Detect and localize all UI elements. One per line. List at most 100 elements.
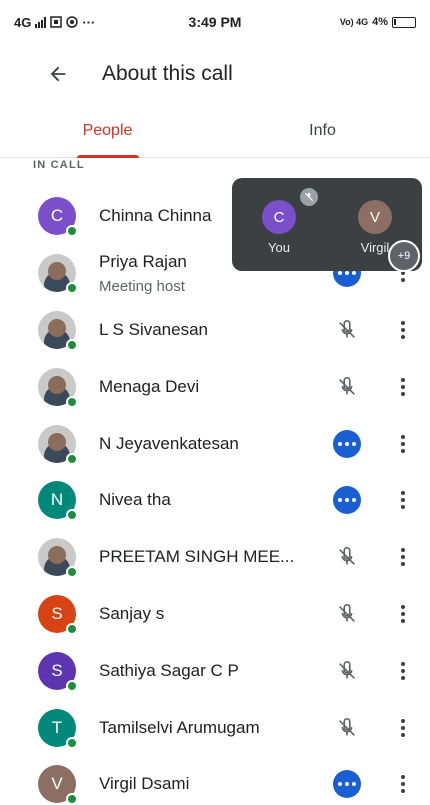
- participant-name: Virgil Dsami: [99, 774, 190, 794]
- participant-name: Nivea tha: [99, 490, 171, 510]
- avatar-wrap: [38, 424, 78, 465]
- sim-icon: [50, 16, 63, 28]
- presence-dot: [66, 395, 78, 408]
- app-bar: About this call: [0, 44, 430, 104]
- more-vert-icon[interactable]: [396, 543, 410, 571]
- name-block: Sathiya Sagar C P: [99, 661, 239, 681]
- pip-avatar-other: V: [358, 200, 392, 234]
- pip-overlay[interactable]: C You V Virgil +9: [232, 178, 422, 272]
- avatar-wrap: [38, 254, 78, 295]
- more-vert-icon[interactable]: [396, 373, 410, 401]
- participant-list: C Chinna Chinna Priya Rajan Meeting host L S…: [0, 188, 430, 805]
- mic-off-icon[interactable]: [333, 600, 361, 628]
- presence-dot: [66, 452, 78, 465]
- pip-extra-count: +9: [388, 240, 420, 272]
- presence-dot: [66, 736, 78, 749]
- participant-name: Sanjay s: [99, 603, 165, 623]
- more-horizontal-icon[interactable]: [333, 770, 361, 799]
- name-block: Tamilselvi Arumugam: [99, 718, 260, 738]
- participant-row[interactable]: S Sanjay s: [0, 586, 430, 643]
- more-vert-icon[interactable]: [396, 657, 410, 685]
- avatar-wrap: [38, 310, 78, 351]
- name-block: Sanjay s: [99, 604, 164, 624]
- more-vert-icon[interactable]: [396, 316, 410, 344]
- status-bar: 4G ··· 3:49 PM Vo) 4G 4%: [0, 0, 430, 44]
- more-horizontal-icon[interactable]: [333, 429, 361, 458]
- avatar-wrap: S: [38, 651, 78, 692]
- avatar-wrap: V: [38, 765, 78, 805]
- name-block: Menaga Devi: [99, 377, 199, 397]
- avatar-wrap: T: [38, 708, 78, 749]
- presence-dot: [66, 566, 78, 579]
- mic-off-icon[interactable]: [333, 657, 361, 685]
- participant-row[interactable]: Menaga Devi: [0, 358, 430, 415]
- participant-name: Chinna Chinna: [99, 206, 212, 226]
- arrow-back-icon: [50, 66, 66, 82]
- avatar-wrap: C: [38, 197, 78, 238]
- participant-name: L S Sivanesan: [99, 319, 208, 339]
- back-button[interactable]: [38, 54, 78, 94]
- presence-dot: [66, 679, 78, 692]
- page-title: About this call: [102, 62, 233, 85]
- battery-icon: [392, 16, 416, 28]
- name-block: Nivea tha: [99, 490, 171, 510]
- name-block: Virgil Dsami: [99, 774, 189, 794]
- name-block: N Jeyavenkatesan: [99, 434, 239, 454]
- name-block: Chinna Chinna: [99, 206, 211, 226]
- more-horizontal-icon[interactable]: [333, 486, 361, 515]
- network-type: 4G: [14, 14, 32, 30]
- signal-icon: [35, 16, 47, 28]
- status-right: Vo) 4G 4%: [266, 16, 416, 28]
- avatar-wrap: [38, 367, 78, 408]
- avatar-wrap: [38, 538, 78, 579]
- participant-name: N Jeyavenkatesan: [99, 433, 239, 453]
- mic-off-icon: [300, 188, 318, 206]
- volte-indicator: Vo) 4G: [339, 17, 369, 27]
- tab-people[interactable]: People: [0, 104, 215, 157]
- name-block: Priya Rajan Meeting host: [99, 252, 187, 295]
- presence-dot: [66, 622, 78, 635]
- pip-tile-self: C You: [244, 200, 314, 255]
- mic-off-icon[interactable]: [333, 373, 361, 401]
- participant-row[interactable]: T Tamilselvi Arumugam: [0, 699, 430, 756]
- participant-row[interactable]: N Jeyavenkatesan: [0, 415, 430, 472]
- participant-row[interactable]: N Nivea tha: [0, 472, 430, 529]
- name-block: PREETAM SINGH MEE...: [99, 547, 294, 567]
- participant-name: PREETAM SINGH MEE...: [99, 547, 295, 567]
- participant-name: Tamilselvi Arumugam: [99, 717, 260, 737]
- status-time: 3:49 PM: [188, 14, 242, 30]
- participant-role: Meeting host: [99, 277, 185, 295]
- presence-dot: [66, 338, 78, 351]
- more-vert-icon[interactable]: [396, 770, 410, 798]
- presence-dot: [66, 509, 78, 522]
- section-label-in-call: IN CALL: [33, 159, 85, 171]
- presence-dot: [66, 282, 78, 295]
- more-vert-icon[interactable]: [396, 430, 410, 458]
- presence-dot: [66, 793, 78, 805]
- mic-off-icon[interactable]: [333, 316, 361, 344]
- name-block: L S Sivanesan: [99, 320, 208, 340]
- tab-info[interactable]: Info: [215, 104, 430, 157]
- more-vert-icon[interactable]: [396, 486, 410, 514]
- more-vert-icon[interactable]: [396, 714, 410, 742]
- mic-off-icon[interactable]: [333, 543, 361, 571]
- pip-avatar-self: C: [262, 200, 296, 234]
- avatar-wrap: S: [38, 594, 78, 635]
- avatar-wrap: N: [38, 481, 78, 522]
- tab-bar: People Info: [0, 104, 430, 158]
- participant-row[interactable]: PREETAM SINGH MEE...: [0, 529, 430, 586]
- participant-name: Sathiya Sagar C P: [99, 660, 239, 680]
- participant-row[interactable]: S Sathiya Sagar C P: [0, 642, 430, 699]
- participant-name: Priya Rajan: [99, 251, 187, 271]
- presence-dot: [66, 225, 78, 238]
- mic-off-icon[interactable]: [333, 714, 361, 742]
- more-notifications: ···: [82, 14, 96, 30]
- pip-label-self: You: [268, 240, 290, 255]
- participant-name: Menaga Devi: [99, 376, 200, 396]
- participant-row[interactable]: L S Sivanesan: [0, 302, 430, 359]
- more-vert-icon[interactable]: [396, 600, 410, 628]
- whatsapp-icon: [66, 16, 79, 28]
- status-left: 4G ···: [14, 15, 164, 30]
- participant-row[interactable]: V Virgil Dsami: [0, 756, 430, 805]
- battery-percent: 4%: [372, 16, 388, 28]
